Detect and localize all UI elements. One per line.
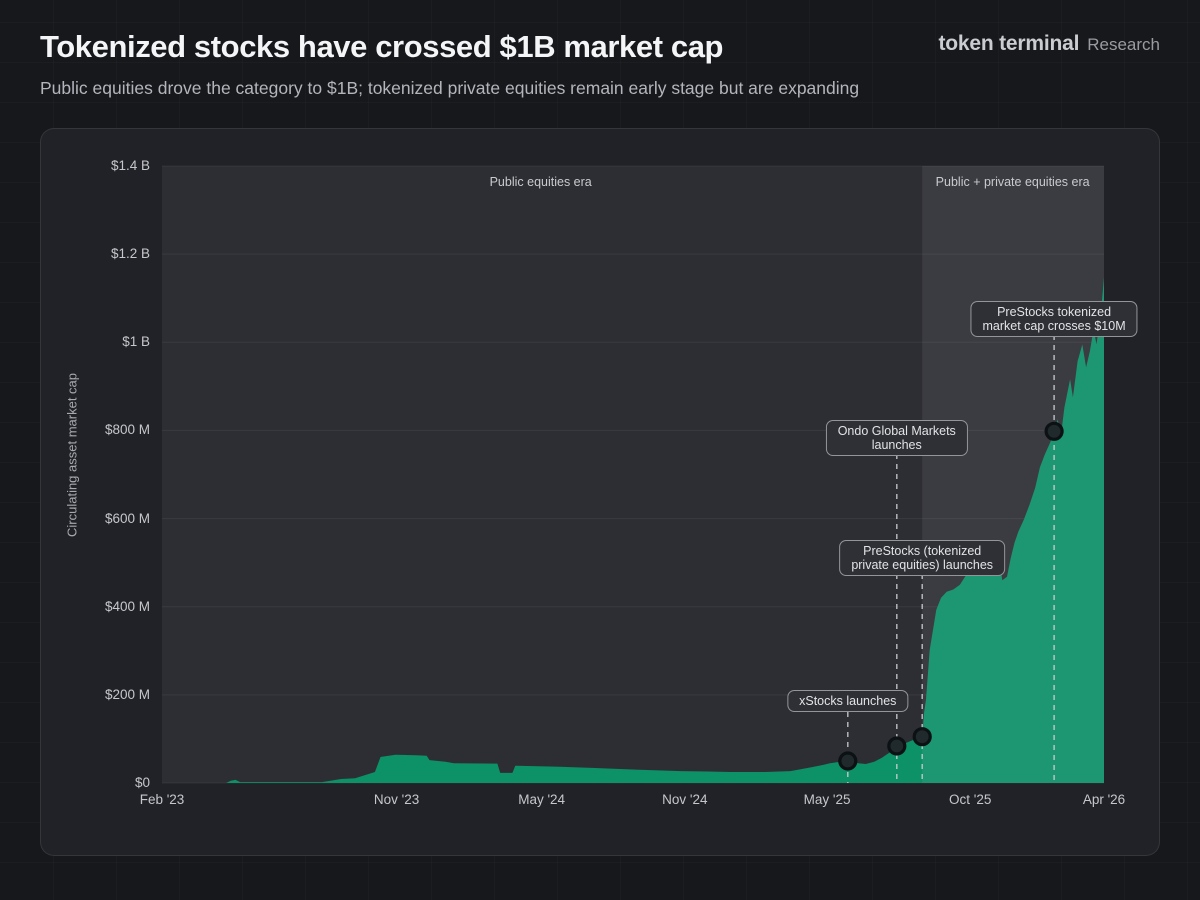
y-tick-label: $400 M	[40, 599, 150, 614]
event-marker	[840, 753, 856, 769]
event-annotation: xStocks launches	[787, 690, 908, 712]
event-annotation-line: xStocks launches	[799, 694, 896, 708]
y-axis-title: Circulating asset market cap	[62, 345, 82, 565]
x-tick-label: Oct '25	[949, 792, 991, 807]
event-annotation: Ondo Global Marketslaunches	[826, 420, 968, 456]
plot-area: Public equities era Public + private equi…	[162, 166, 1104, 783]
y-tick-label: $800 M	[40, 422, 150, 437]
x-tick-label: Nov '23	[374, 792, 419, 807]
x-tick-label: May '24	[518, 792, 565, 807]
x-tick-label: Apr '26	[1083, 792, 1125, 807]
y-tick-label: $1 B	[40, 334, 150, 349]
report-header: Tokenized stocks have crossed $1B market…	[40, 30, 1160, 99]
event-marker	[889, 738, 905, 754]
event-annotation-line: launches	[838, 438, 956, 452]
event-marker	[914, 729, 930, 745]
y-tick-label: $1.2 B	[40, 246, 150, 261]
era-label: Public + private equities era	[936, 175, 1090, 189]
x-tick-label: May '25	[804, 792, 851, 807]
market-cap-chart	[162, 166, 1104, 783]
private-era-region	[922, 166, 1104, 783]
event-marker	[1046, 423, 1062, 439]
y-tick-label: $0	[40, 775, 150, 790]
era-label: Public equities era	[490, 175, 592, 189]
event-annotation-line: PreStocks (tokenized	[851, 544, 993, 558]
event-annotation-line: PreStocks tokenized	[983, 305, 1126, 319]
brand-research-label: Research	[1087, 35, 1160, 55]
page: Tokenized stocks have crossed $1B market…	[0, 0, 1200, 900]
y-tick-label: $1.4 B	[40, 158, 150, 173]
y-tick-label: $200 M	[40, 687, 150, 702]
brand-wordmark: token terminal	[939, 32, 1080, 56]
event-annotation: PreStocks (tokenizedprivate equities) la…	[839, 540, 1005, 576]
page-subtitle: Public equities drove the category to $1…	[40, 78, 1160, 99]
x-tick-label: Feb '23	[140, 792, 185, 807]
brand-logo: token terminal Research	[939, 32, 1161, 56]
event-annotation-line: Ondo Global Markets	[838, 424, 956, 438]
event-annotation-line: market cap crosses $10M	[983, 319, 1126, 333]
y-tick-label: $600 M	[40, 511, 150, 526]
x-tick-label: Nov '24	[662, 792, 707, 807]
event-annotation: PreStocks tokenizedmarket cap crosses $1…	[971, 301, 1138, 337]
event-annotation-line: private equities) launches	[851, 558, 993, 572]
